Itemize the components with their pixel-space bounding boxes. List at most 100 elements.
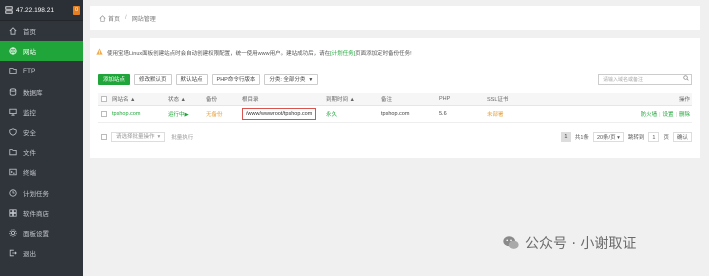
breadcrumb: 首页 / 网站管理 xyxy=(90,6,700,30)
col-header-ssl: SSL证书 xyxy=(487,97,509,103)
site-ssl[interactable]: 未部署 xyxy=(487,110,540,118)
sidebar-item-label: 文件 xyxy=(23,150,36,158)
sidebar-item-label: 网站 xyxy=(23,49,36,57)
sidebar-item-label: 面板设置 xyxy=(23,230,49,238)
page-current[interactable]: 1 xyxy=(560,132,571,142)
bulk-action-select[interactable]: 请选择批量操作 ▾ xyxy=(111,132,166,142)
col-header-note: 备注 xyxy=(381,97,393,103)
firewall-link[interactable]: 防火墙 xyxy=(641,112,658,118)
server-ip: 47.22.198.21 xyxy=(16,6,54,14)
sidebar-item-cron[interactable]: 计划任务 xyxy=(0,183,83,203)
warning-notice: 使用宝塔Linux面板创建站点时会自动创建权限配置，统一使用www用户。建站成功… xyxy=(96,48,412,57)
table-row: tpshop.com 运行中▶ 无备份 /www/wwwroot/tpshop.… xyxy=(98,106,692,123)
sidebar-item-label: 监控 xyxy=(23,109,36,117)
col-header-php: PHP xyxy=(439,96,451,102)
site-name-link[interactable]: tpshop.com xyxy=(112,111,168,117)
bulk-execute-button[interactable]: 批量执行 xyxy=(171,133,193,141)
breadcrumb-home[interactable]: 首页 xyxy=(108,14,120,23)
page-unit: 页 xyxy=(663,135,669,141)
sidebar: 47.22.198.21 0 首页 网站 FTP 数据库 监控 安全 文件 终端… xyxy=(0,0,83,276)
sidebar-item-label: 安全 xyxy=(23,130,36,138)
home-icon xyxy=(99,14,106,22)
pagination: 1 共1条 20条/页 ▾ 跳转到 1 页 确认 xyxy=(560,132,692,142)
default-site-button[interactable]: 默认站点 xyxy=(175,73,208,85)
store-icon xyxy=(9,209,17,217)
sidebar-item-settings[interactable]: 面板设置 xyxy=(0,223,83,243)
sidebar-item-files[interactable]: 文件 xyxy=(0,142,83,162)
chevron-down-icon: ▾ xyxy=(615,135,620,141)
site-status[interactable]: 运行中▶ xyxy=(168,110,206,118)
sidebar-item-label: FTP xyxy=(23,67,36,75)
sidebar-item-logout[interactable]: 退出 xyxy=(0,243,83,263)
add-site-button[interactable]: 添加站点 xyxy=(98,73,131,85)
folder-icon xyxy=(9,148,17,156)
col-header-expiry[interactable]: 到期时间 ▲ xyxy=(326,95,381,103)
home-icon xyxy=(9,27,17,35)
per-page-select[interactable]: 20条/页 ▾ xyxy=(592,132,624,142)
database-icon xyxy=(9,88,17,96)
watermark-text: 公众号 · 小谢取证 xyxy=(525,236,637,252)
delete-link[interactable]: 删除 xyxy=(679,112,690,118)
select-all-checkbox[interactable] xyxy=(101,96,107,102)
toolbar: 添加站点 修改默认页 默认站点 PHP命令行版本 分类: 全部分类 ▼ 请输入域名… xyxy=(98,73,692,85)
gear-icon xyxy=(9,229,17,237)
notification-badge[interactable]: 0 xyxy=(73,5,80,15)
settings-link[interactable]: 设置 xyxy=(663,112,674,118)
cron-link[interactable]: [计划任务] xyxy=(330,49,355,57)
warning-text-after: 页面添加定时备份任务! xyxy=(355,50,412,57)
col-header-backup: 备份 xyxy=(206,97,218,103)
monitor-icon xyxy=(9,108,17,116)
sidebar-item-database[interactable]: 数据库 xyxy=(0,82,83,102)
site-table: 网站名 ▲ 状态 ▲ 备份 根目录 到期时间 ▲ 备注 PHP SSL证书 操作… xyxy=(98,93,692,123)
terminal-icon xyxy=(9,168,17,176)
search-icon[interactable] xyxy=(681,75,691,83)
footer-select-all-checkbox[interactable] xyxy=(101,134,107,140)
breadcrumb-current: 网站管理 xyxy=(131,16,156,23)
table-header: 网站名 ▲ 状态 ▲ 备份 根目录 到期时间 ▲ 备注 PHP SSL证书 操作 xyxy=(98,93,692,106)
wechat-icon xyxy=(503,236,519,249)
logout-icon xyxy=(9,249,17,257)
search-input[interactable]: 请输入域名或备注 xyxy=(598,73,692,85)
chevron-down-icon: ▾ xyxy=(157,134,161,140)
server-icon xyxy=(5,6,13,14)
total-count: 共1条 xyxy=(574,135,589,141)
sidebar-item-label: 软件商店 xyxy=(23,210,49,218)
sidebar-item-label: 计划任务 xyxy=(23,190,49,198)
sidebar-item-store[interactable]: 软件商店 xyxy=(0,203,83,223)
shield-icon xyxy=(9,128,17,136)
col-header-name[interactable]: 网站名 ▲ xyxy=(112,95,168,103)
clock-icon xyxy=(9,188,17,197)
category-select[interactable]: 分类: 全部分类 ▼ xyxy=(264,73,319,85)
server-header: 47.22.198.21 0 xyxy=(0,0,83,21)
row-checkbox[interactable] xyxy=(101,111,107,117)
confirm-button[interactable]: 确认 xyxy=(672,132,692,142)
sidebar-item-monitor[interactable]: 监控 xyxy=(0,102,83,122)
default-page-button[interactable]: 修改默认页 xyxy=(134,73,172,85)
bulk-action-label: 请选择批量操作 xyxy=(116,134,155,140)
site-backup[interactable]: 无备份 xyxy=(206,110,242,118)
php-cli-button[interactable]: PHP命令行版本 xyxy=(211,73,261,85)
site-expiry[interactable]: 永久 xyxy=(326,110,381,118)
sidebar-item-security[interactable]: 安全 xyxy=(0,122,83,142)
sidebar-item-ftp[interactable]: FTP xyxy=(0,61,83,81)
table-footer: 请选择批量操作 ▾ 批量执行 1 共1条 20条/页 ▾ 跳转到 1 页 确认 xyxy=(98,130,692,144)
sidebar-item-label: 数据库 xyxy=(23,89,43,97)
globe-icon xyxy=(9,47,17,55)
page-input[interactable]: 1 xyxy=(648,132,660,142)
sidebar-item-terminal[interactable]: 终端 xyxy=(0,162,83,182)
warning-text-before: 使用宝塔Linux面板创建站点时会自动创建权限配置，统一使用www用户。建站成功… xyxy=(107,50,331,57)
chevron-down-icon: ▼ xyxy=(308,76,314,83)
goto-label: 跳转到 xyxy=(627,135,645,141)
col-header-ops: 操作 xyxy=(678,97,690,103)
site-panel: 使用宝塔Linux面板创建站点时会自动创建权限配置，统一使用www用户。建站成功… xyxy=(90,38,700,158)
sidebar-item-website[interactable]: 网站 xyxy=(0,41,83,62)
site-php[interactable]: 5.6 xyxy=(439,111,487,117)
sidebar-item-label: 终端 xyxy=(23,170,36,178)
ftp-icon xyxy=(9,67,17,75)
col-header-status[interactable]: 状态 ▲ xyxy=(168,95,206,103)
site-root-path[interactable]: /www/wwwroot/tpshop.com xyxy=(242,108,317,120)
sidebar-item-home[interactable]: 首页 xyxy=(0,21,83,41)
per-page-label: 20条/页 xyxy=(596,135,616,141)
site-note[interactable]: tpshop.com xyxy=(381,111,439,117)
watermark: 公众号 · 小谢取证 xyxy=(502,233,636,253)
